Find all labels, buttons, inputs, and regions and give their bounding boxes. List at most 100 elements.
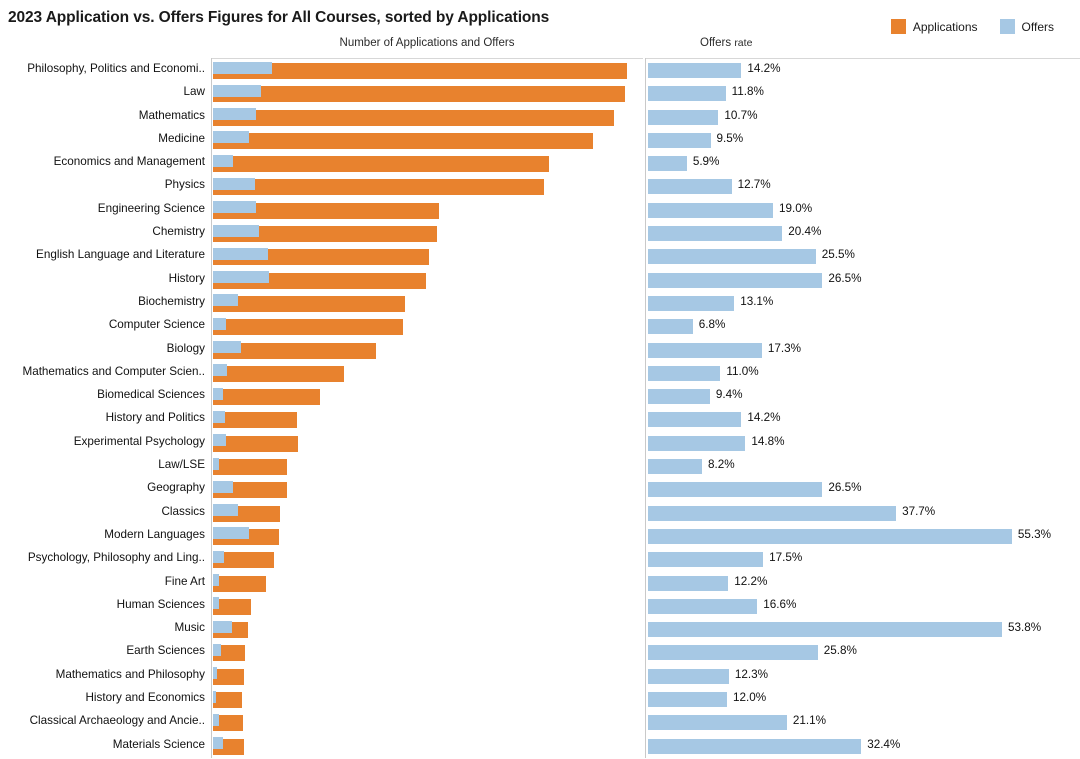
offers-bar[interactable] — [213, 643, 222, 656]
category-label: Biology — [166, 341, 205, 355]
offers-bar[interactable] — [213, 224, 259, 237]
offers-bar[interactable] — [213, 550, 224, 563]
offers-rate-bar[interactable] — [648, 319, 693, 335]
applications-swatch-icon — [890, 19, 906, 34]
applications-offers-track — [213, 689, 643, 712]
applications-bar[interactable] — [213, 692, 243, 709]
offers-rate-bar[interactable] — [648, 459, 702, 475]
offers-rate-bar[interactable] — [648, 622, 1002, 638]
offers-bar[interactable] — [213, 317, 226, 330]
applications-offers-track — [213, 83, 643, 106]
offers-rate-bar[interactable] — [648, 528, 1012, 544]
offers-rate-bar[interactable] — [648, 482, 823, 498]
offers-bar[interactable] — [213, 574, 220, 587]
offers-bar[interactable] — [213, 84, 262, 97]
offers-rate-bar[interactable] — [648, 668, 729, 684]
legend-item-applications[interactable]: Applications — [890, 19, 978, 34]
applications-bar[interactable] — [213, 435, 298, 452]
offers-bar[interactable] — [213, 387, 223, 400]
offers-rate-bar[interactable] — [648, 179, 732, 195]
applications-bar[interactable] — [213, 63, 627, 79]
offers-bar[interactable] — [213, 201, 256, 214]
offers-bar[interactable] — [213, 410, 226, 423]
applications-bar[interactable] — [213, 156, 550, 173]
legend: Applications Offers — [890, 19, 1054, 34]
offers-rate-bar[interactable] — [648, 86, 726, 102]
offers-rate-bar[interactable] — [648, 645, 818, 661]
offers-rate-value-label: 6.8% — [698, 318, 726, 332]
offers-rate-bar[interactable] — [648, 505, 897, 521]
applications-bar[interactable] — [213, 412, 297, 429]
legend-label-offers: Offers — [1021, 19, 1054, 34]
offers-bar[interactable] — [213, 620, 232, 633]
applications-bar[interactable] — [213, 109, 615, 126]
offers-rate-bar[interactable] — [648, 63, 742, 78]
offers-bar[interactable] — [213, 364, 228, 377]
applications-bar[interactable] — [213, 295, 405, 312]
offers-rate-bar[interactable] — [648, 389, 710, 405]
offers-rate-track: 17.3% — [648, 340, 1080, 363]
offers-rate-bar[interactable] — [648, 365, 721, 381]
offers-bar[interactable] — [213, 154, 233, 167]
offers-rate-bar[interactable] — [648, 272, 823, 288]
category-label: Philosophy, Politics and Economi.. — [27, 62, 205, 75]
applications-bar[interactable] — [213, 365, 345, 382]
category-label: Geography — [147, 481, 205, 495]
offers-rate-bar[interactable] — [648, 295, 735, 311]
offers-bar[interactable] — [213, 434, 226, 447]
offers-rate-value-label: 10.7% — [724, 108, 758, 122]
offers-bar[interactable] — [213, 504, 239, 517]
offers-bar[interactable] — [213, 271, 270, 284]
offers-bar[interactable] — [213, 480, 233, 493]
offers-rate-bar[interactable] — [648, 575, 729, 591]
offers-rate-bar[interactable] — [648, 552, 764, 568]
offers-bar[interactable] — [213, 177, 255, 190]
chart-header: 2023 Application vs. Offers Figures for … — [0, 0, 1080, 58]
offers-rate-track: 14.8% — [648, 433, 1080, 456]
offers-rate-bar[interactable] — [648, 342, 762, 358]
offers-rate-bar[interactable] — [648, 249, 816, 265]
offers-rate-bar[interactable] — [648, 202, 774, 218]
offers-rate-value-label: 5.9% — [692, 155, 720, 169]
offers-bar[interactable] — [213, 247, 269, 260]
applications-bar[interactable] — [213, 86, 625, 103]
offers-rate-bar[interactable] — [648, 156, 687, 172]
applications-bar[interactable] — [213, 132, 594, 149]
offers-rate-bar[interactable] — [648, 435, 746, 451]
applications-bar[interactable] — [213, 459, 288, 476]
offers-bar[interactable] — [213, 341, 242, 354]
offers-bar[interactable] — [213, 294, 239, 307]
offers-rate-bar[interactable] — [648, 132, 711, 148]
category-label: Computer Science — [108, 318, 205, 332]
offers-rate-track: 14.2% — [648, 409, 1080, 432]
category-label: Music — [174, 621, 205, 635]
offers-bar[interactable] — [213, 597, 220, 610]
offers-rate-bar[interactable] — [648, 738, 862, 754]
offers-bar[interactable] — [213, 737, 223, 750]
offers-rate-bar[interactable] — [648, 715, 787, 731]
applications-bar[interactable] — [213, 668, 245, 685]
offers-bar[interactable] — [213, 690, 217, 703]
offers-bar[interactable] — [213, 108, 256, 121]
offers-rate-bar[interactable] — [648, 692, 727, 708]
offers-rate-track: 55.3% — [648, 526, 1080, 549]
offers-rate-track: 19.0% — [648, 200, 1080, 223]
offers-rate-bar[interactable] — [648, 598, 758, 614]
offers-bar[interactable] — [213, 131, 250, 144]
applications-bar[interactable] — [213, 179, 545, 196]
applications-bar[interactable] — [213, 319, 404, 336]
offers-bar[interactable] — [213, 713, 220, 726]
legend-item-offers[interactable]: Offers — [999, 19, 1054, 34]
offers-bar[interactable] — [213, 457, 220, 470]
offers-rate-bar[interactable] — [648, 412, 742, 428]
offers-rate-bar[interactable] — [648, 109, 719, 125]
offers-rate-value-label: 12.0% — [732, 691, 767, 705]
offers-rate-track: 9.5% — [648, 130, 1080, 153]
applications-bar[interactable] — [213, 575, 266, 592]
offers-rate-bar[interactable] — [648, 226, 783, 242]
applications-bar[interactable] — [213, 389, 321, 406]
offers-bar[interactable] — [213, 61, 272, 74]
offers-bar[interactable] — [213, 527, 250, 540]
offers-rate-value-label: 13.1% — [740, 294, 774, 308]
offers-bar[interactable] — [213, 667, 217, 680]
